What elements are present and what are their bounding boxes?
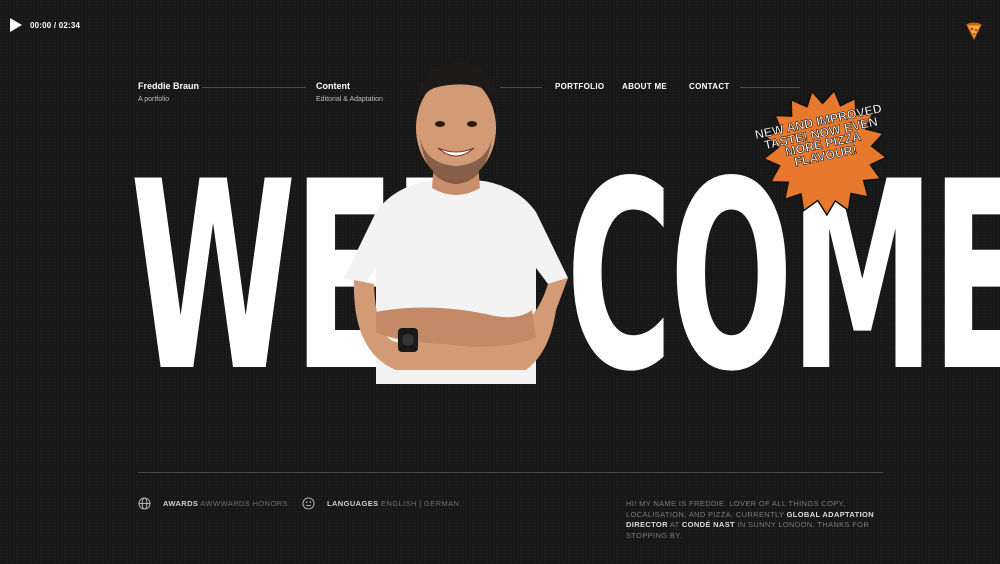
nav-about-me[interactable]: ABOUT ME (622, 82, 667, 91)
languages-info: LANGUAGES ENGLISH | GERMAN (302, 497, 459, 510)
bio-part: AT (667, 520, 682, 529)
bio-text: HI! MY NAME IS FREDDIE. LOVER OF ALL THI… (626, 499, 888, 541)
smile-icon (302, 497, 315, 510)
awards-label: AWARDS (163, 499, 199, 508)
site-owner-name: Freddie Braun (138, 81, 200, 91)
pizza-icon[interactable] (966, 22, 982, 40)
languages-label: LANGUAGES (327, 499, 379, 508)
header-divider (202, 87, 306, 88)
footer-divider (138, 472, 883, 473)
header-divider (740, 87, 800, 88)
site-tagline: A portfolio (138, 96, 170, 103)
languages-value: ENGLISH | GERMAN (381, 499, 460, 508)
audio-player: 00:00 / 02:34 (10, 18, 80, 32)
globe-icon (138, 497, 151, 510)
portrait-photo (344, 62, 568, 384)
awards-value: AWWWARDS HONORS (200, 499, 288, 508)
awards-info: AWARDS AWWWARDS HONORS (138, 497, 288, 510)
nav-contact[interactable]: CONTACT (689, 82, 730, 91)
promo-sticker: NEW AND IMPROVED TASTE! NOW EVEN MORE PI… (748, 76, 902, 230)
play-icon[interactable] (10, 18, 22, 32)
audio-time: 00:00 / 02:34 (30, 20, 81, 30)
bio-company: CONDÉ NAST (681, 520, 735, 529)
brand[interactable]: Freddie Braun A portfolio (138, 81, 199, 103)
